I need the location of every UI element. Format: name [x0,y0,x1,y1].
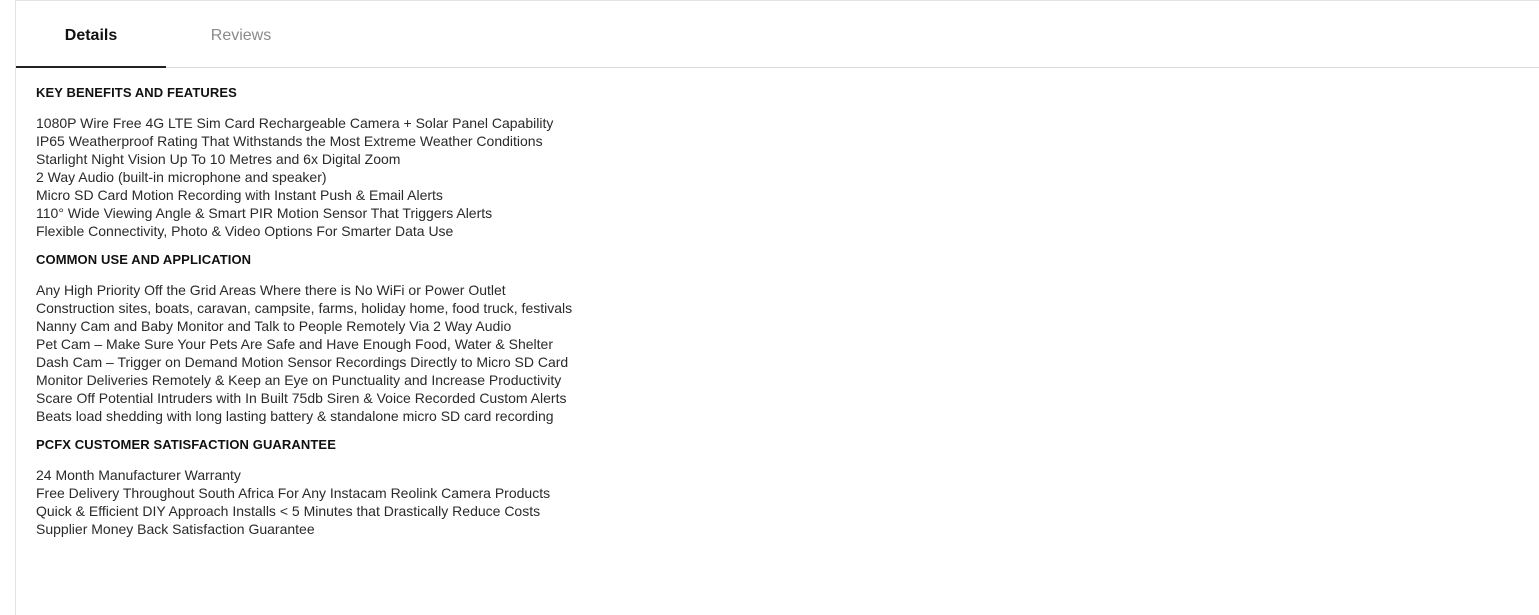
list-item: Scare Off Potential Intruders with In Bu… [36,390,567,406]
details-content: KEY BENEFITS AND FEATURES 1080P Wire Fre… [36,81,836,546]
section-title: KEY BENEFITS AND FEATURES [36,85,237,100]
list-item: Supplier Money Back Satisfaction Guarant… [36,521,315,537]
list-item: 1080P Wire Free 4G LTE Sim Card Recharge… [36,115,554,131]
list-item: Flexible Connectivity, Photo & Video Opt… [36,223,454,239]
list-item: 110° Wide Viewing Angle & Smart PIR Moti… [36,205,493,221]
list-item: Nanny Cam and Baby Monitor and Talk to P… [36,318,512,334]
list-item: Monitor Deliveries Remotely & Keep an Ey… [36,372,562,388]
list-item: Starlight Night Vision Up To 10 Metres a… [36,151,401,167]
section-key-benefits: KEY BENEFITS AND FEATURES 1080P Wire Fre… [36,81,836,240]
list-item: 24 Month Manufacturer Warranty [36,467,241,483]
section-common-use: COMMON USE AND APPLICATION Any High Prio… [36,248,836,425]
section-title: PCFX CUSTOMER SATISFACTION GUARANTEE [36,437,336,452]
section-title: COMMON USE AND APPLICATION [36,252,252,267]
list-item: Micro SD Card Motion Recording with Inst… [36,187,443,203]
guarantee-list: 24 Month Manufacturer Warranty Free Deli… [36,466,836,538]
feature-list: 1080P Wire Free 4G LTE Sim Card Recharge… [36,114,836,240]
application-list: Any High Priority Off the Grid Areas Whe… [36,281,836,425]
list-item: Pet Cam – Make Sure Your Pets Are Safe a… [36,336,553,352]
list-item: Free Delivery Throughout South Africa Fo… [36,485,551,501]
list-item: IP65 Weatherproof Rating That Withstands… [36,133,543,149]
list-item: Dash Cam – Trigger on Demand Motion Sens… [36,354,569,370]
list-item: 2 Way Audio (built-in microphone and spe… [36,169,327,185]
list-item: Quick & Efficient DIY Approach Installs … [36,503,541,519]
list-item: Beats load shedding with long lasting ba… [36,408,554,424]
list-item: Construction sites, boats, caravan, camp… [36,300,573,316]
tab-bar: Details Reviews [16,1,1539,68]
list-item: Any High Priority Off the Grid Areas Whe… [36,282,506,298]
section-guarantee: PCFX CUSTOMER SATISFACTION GUARANTEE 24 … [36,433,836,538]
tab-details[interactable]: Details [16,1,166,68]
product-info-panel: Details Reviews KEY BENEFITS AND FEATURE… [15,0,1539,615]
tab-reviews[interactable]: Reviews [166,1,316,68]
